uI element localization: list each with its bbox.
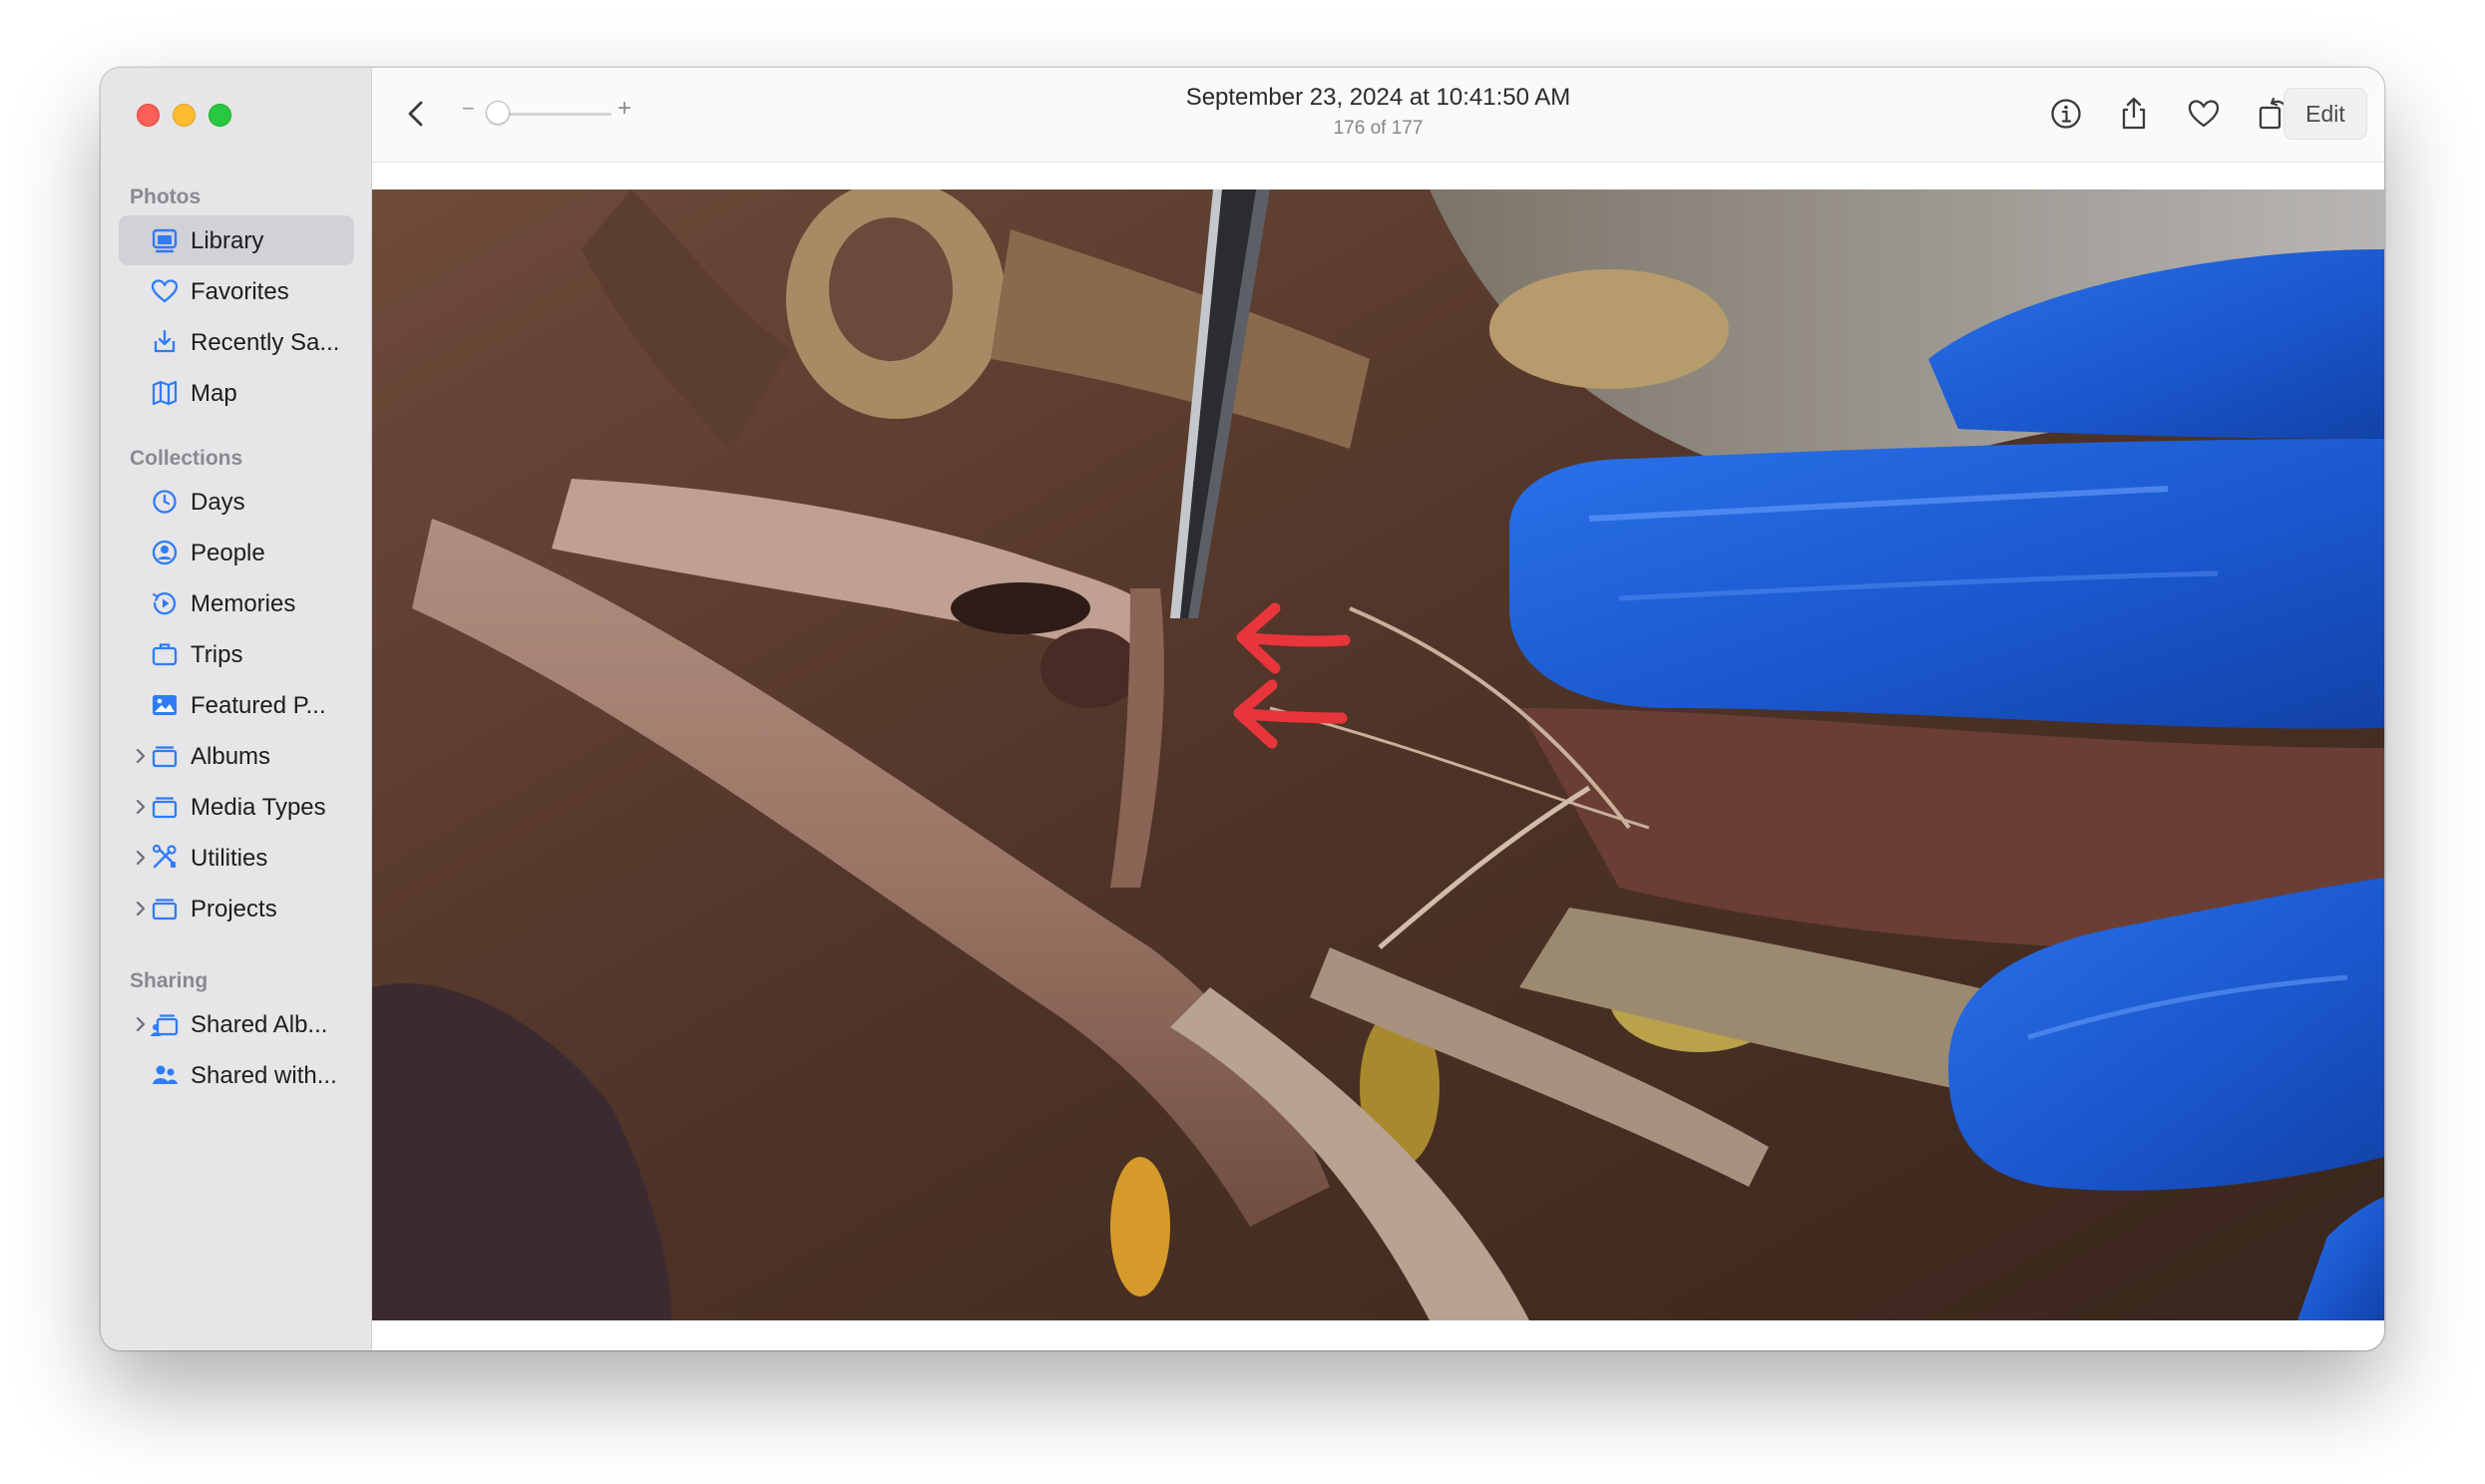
shared-album-icon [151, 1014, 179, 1036]
sidebar-item-albums[interactable]: Albums [119, 731, 354, 781]
sidebar-item-library[interactable]: Library [119, 215, 354, 265]
sidebar-item-label: Memories [191, 590, 296, 617]
chevron-right-icon[interactable] [131, 797, 151, 817]
download-icon [154, 329, 176, 353]
chevron-right-icon[interactable] [131, 746, 151, 766]
sidebar-item-label: Utilities [191, 845, 268, 872]
sidebar-item-days[interactable]: Days [119, 477, 354, 527]
sidebar-item-label: Projects [191, 896, 277, 923]
dissection-photo [372, 189, 2384, 1320]
sidebar-item-label: Days [191, 489, 245, 516]
chevron-right-icon[interactable] [131, 899, 151, 919]
sidebar-item-media-types[interactable]: Media Types [119, 782, 354, 832]
sidebar-item-shared-with-you[interactable]: Shared with... [119, 1050, 354, 1100]
shared-people-icon [153, 1065, 178, 1084]
photo-icon [153, 695, 177, 715]
info-icon[interactable] [2048, 96, 2084, 132]
clock-icon [153, 490, 177, 514]
sidebar-item-label: People [191, 540, 265, 566]
photos-window: Photos Library Favorites Recently Sa... [101, 68, 2384, 1350]
sidebar-item-label: Library [191, 227, 264, 254]
photo-viewer[interactable] [372, 189, 2384, 1320]
memories-icon [152, 592, 177, 615]
favorite-icon[interactable] [2186, 96, 2222, 132]
sidebar-item-recently-saved[interactable]: Recently Sa... [119, 317, 354, 367]
suitcase-icon [152, 643, 178, 666]
sidebar-item-trips[interactable]: Trips [119, 629, 354, 679]
main-content: − + September 23, 2024 at 10:41:50 AM 17… [372, 68, 2384, 1350]
sidebar-item-shared-albums[interactable]: Shared Alb... [119, 999, 354, 1049]
sidebar-item-label: Map [191, 380, 237, 407]
edit-button[interactable]: Edit [2283, 88, 2367, 140]
sidebar-item-featured-photos[interactable]: Featured P... [119, 680, 354, 730]
minimize-window-button[interactable] [173, 104, 196, 127]
sidebar-item-memories[interactable]: Memories [119, 578, 354, 628]
chevron-right-icon[interactable] [131, 1014, 151, 1034]
sidebar-item-label: Shared with... [191, 1062, 337, 1089]
section-title-collections: Collections [130, 447, 243, 470]
sidebar-item-label: Featured P... [191, 692, 326, 719]
heart-icon [151, 279, 179, 303]
section-title-photos: Photos [130, 186, 202, 208]
section-title-sharing: Sharing [130, 969, 208, 992]
sidebar-item-label: Shared Alb... [191, 1011, 328, 1038]
toolbar: − + September 23, 2024 at 10:41:50 AM 17… [372, 68, 2384, 163]
sidebar-item-label: Favorites [191, 278, 289, 305]
sidebar-item-label: Media Types [191, 794, 326, 821]
sidebar-item-label: Recently Sa... [191, 329, 340, 356]
sidebar-item-map[interactable]: Map [119, 368, 354, 418]
sidebar-item-favorites[interactable]: Favorites [119, 266, 354, 316]
folder-icon [152, 899, 178, 921]
sidebar-item-utilities[interactable]: Utilities [119, 833, 354, 883]
person-icon [152, 540, 178, 565]
map-icon [152, 380, 178, 406]
tools-icon [152, 844, 177, 869]
sidebar-item-label: Albums [191, 743, 271, 770]
sidebar-item-people[interactable]: People [119, 528, 354, 577]
folder-icon [152, 797, 178, 819]
zoom-window-button[interactable] [208, 104, 231, 127]
sidebar-item-label: Trips [191, 641, 243, 668]
zoom-slider-track[interactable] [492, 113, 612, 116]
folder-icon [152, 746, 178, 768]
share-icon[interactable] [2116, 96, 2152, 132]
close-window-button[interactable] [137, 104, 160, 127]
sidebar: Photos Library Favorites Recently Sa... [101, 68, 372, 1350]
chevron-right-icon[interactable] [131, 848, 151, 868]
sidebar-item-projects[interactable]: Projects [119, 884, 354, 933]
library-icon [152, 228, 178, 253]
